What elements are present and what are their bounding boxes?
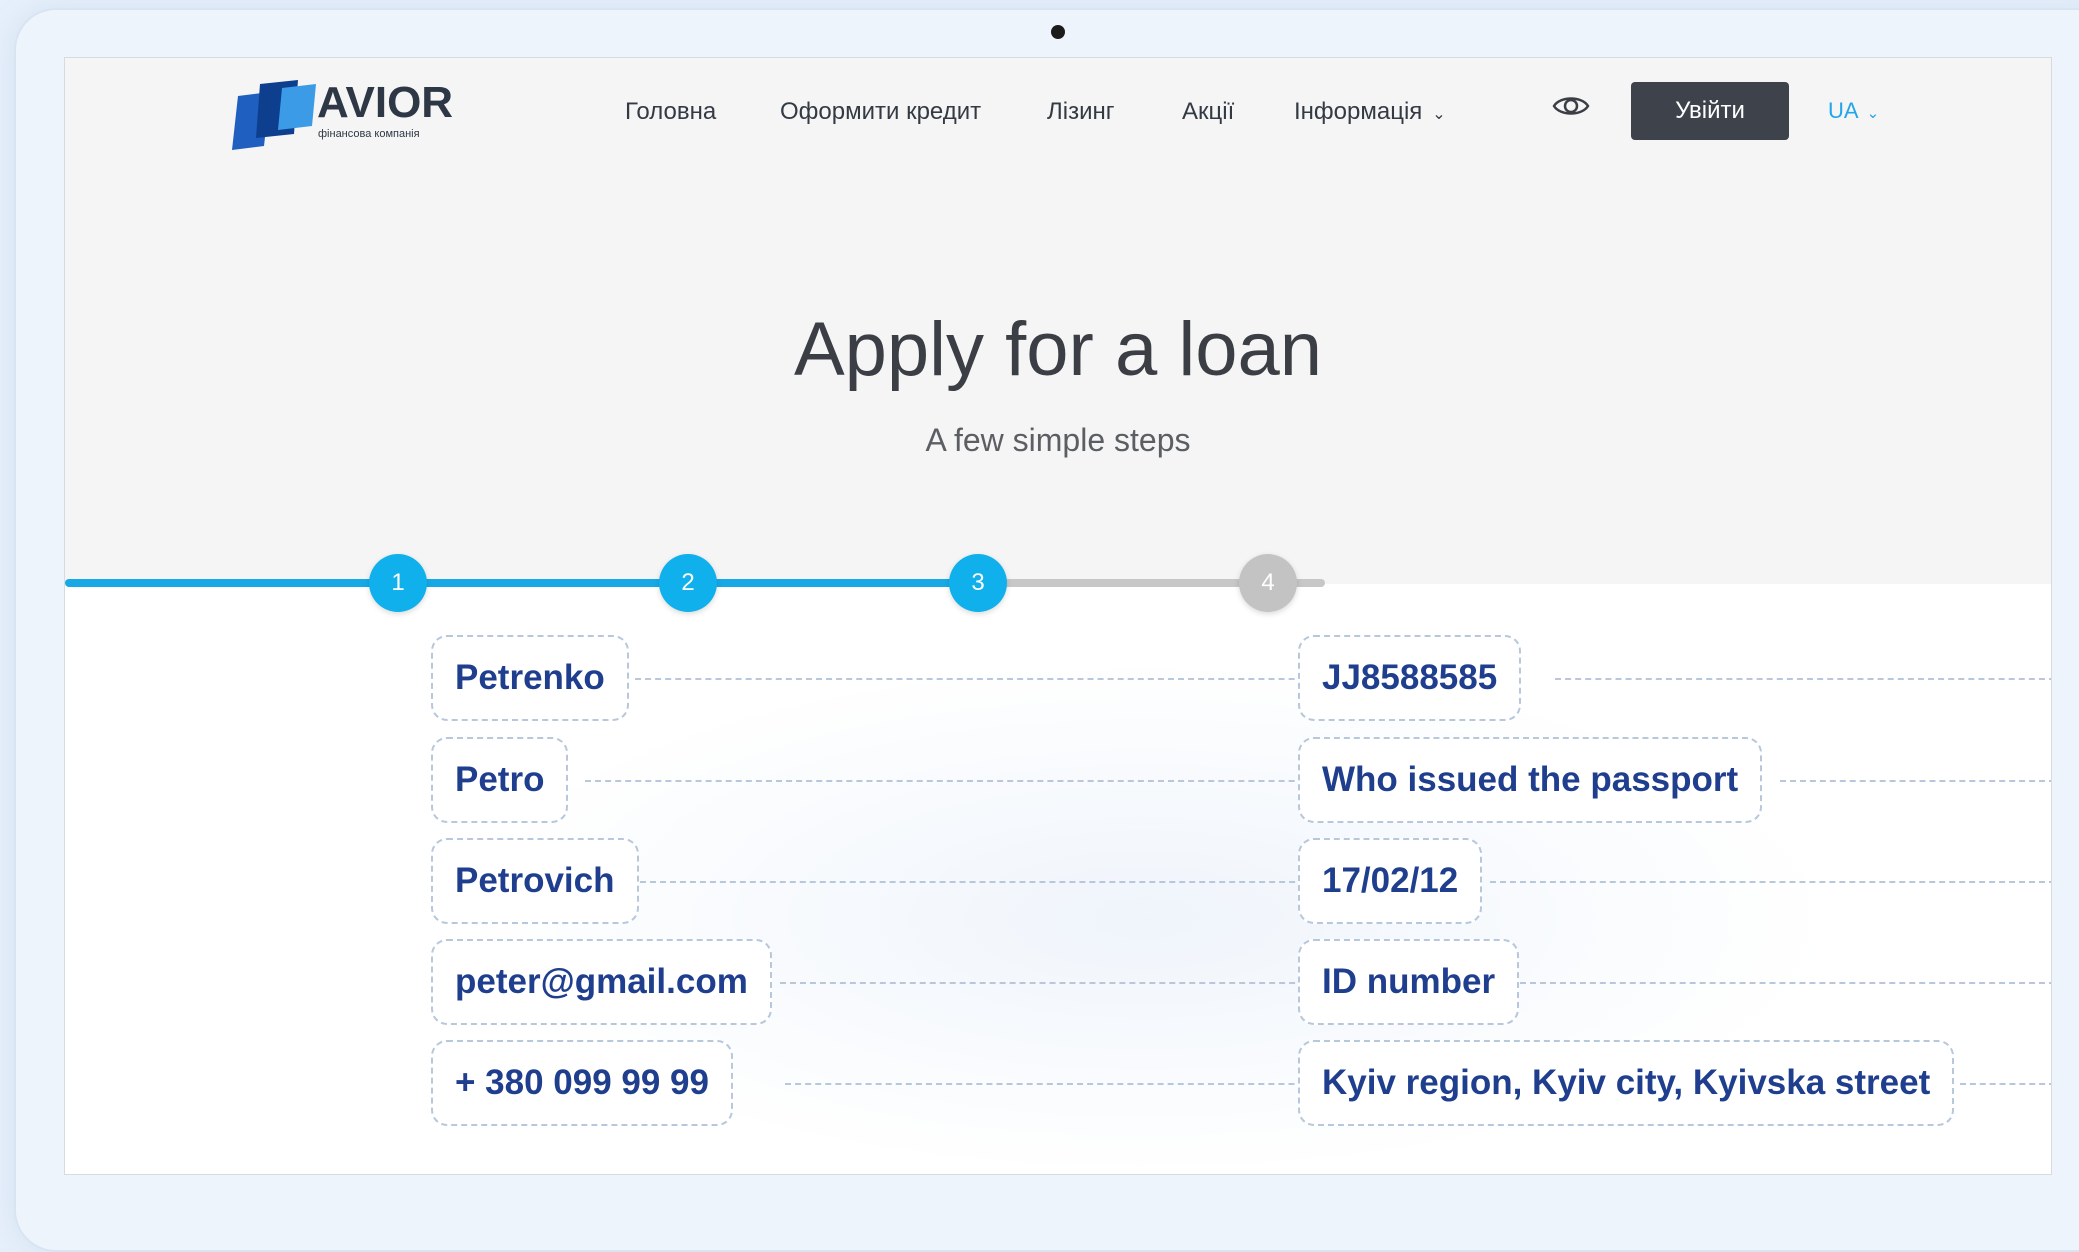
connector-line <box>1780 780 2051 782</box>
address-field[interactable]: Kyiv region, Kyiv city, Kyivska street <box>1298 1040 1955 1126</box>
nav-leasing-label: Лізинг <box>1047 98 1115 125</box>
nav-apply-credit[interactable]: Оформити кредит <box>780 98 981 126</box>
issue-date-field[interactable]: 17/02/12 <box>1298 838 1483 924</box>
page-title: Apply for a loan <box>793 307 1323 392</box>
eye-icon[interactable] <box>1552 92 1590 120</box>
brand-name: AVIOR <box>317 78 454 127</box>
step-4[interactable]: 4 <box>1239 554 1297 612</box>
phone-field[interactable]: + 380 099 99 99 <box>431 1040 733 1126</box>
step-2[interactable]: 2 <box>659 554 717 612</box>
email-field[interactable]: peter@gmail.com <box>431 939 772 1025</box>
nav-apply-credit-label: Оформити кредит <box>780 98 982 125</box>
chevron-down-icon: ⌄ <box>1432 106 1446 123</box>
connector-line <box>780 982 1365 984</box>
step-1[interactable]: 1 <box>369 554 427 612</box>
connector-line <box>1960 1083 2051 1085</box>
chevron-down-icon: ⌄ <box>1866 105 1880 122</box>
connector-line <box>640 881 1365 883</box>
connector-line <box>1520 982 2051 984</box>
first-name-field[interactable]: Petro <box>431 737 569 823</box>
progress-track-completed <box>65 579 975 587</box>
connector-line <box>785 1083 1365 1085</box>
camera-dot <box>1051 25 1065 39</box>
brand-tagline: фінансова компанія <box>318 128 420 140</box>
passport-number-field[interactable]: JJ8588585 <box>1298 635 1522 721</box>
surname-field[interactable]: Petrenko <box>431 635 629 721</box>
language-label: UA <box>1828 98 1859 123</box>
connector-line <box>1555 678 2051 680</box>
nav-promotions[interactable]: Акції <box>1182 98 1234 126</box>
id-number-field[interactable]: ID number <box>1298 939 1520 1025</box>
browser-screen: AVIOR фінансова компанія Головна Оформит… <box>64 57 2052 1175</box>
language-selector[interactable]: UA ⌄ <box>1828 98 1879 124</box>
login-button[interactable]: Увійти <box>1631 82 1789 140</box>
nav-information-label: Інформація <box>1294 98 1423 125</box>
nav-home-label: Головна <box>625 98 717 125</box>
patronymic-field[interactable]: Petrovich <box>431 838 639 924</box>
nav-promotions-label: Акції <box>1182 98 1235 125</box>
passport-issuer-field[interactable]: Who issued the passport <box>1298 737 1763 823</box>
nav-leasing[interactable]: Лізинг <box>1047 98 1115 126</box>
nav-information[interactable]: Інформація ⌄ <box>1294 98 1446 126</box>
connector-line <box>1490 881 2051 883</box>
connector-line <box>635 678 1365 680</box>
nav-home[interactable]: Головна <box>625 98 716 126</box>
step-3[interactable]: 3 <box>949 554 1007 612</box>
page-subtitle: A few simple steps <box>925 422 1191 458</box>
connector-line <box>585 780 1365 782</box>
